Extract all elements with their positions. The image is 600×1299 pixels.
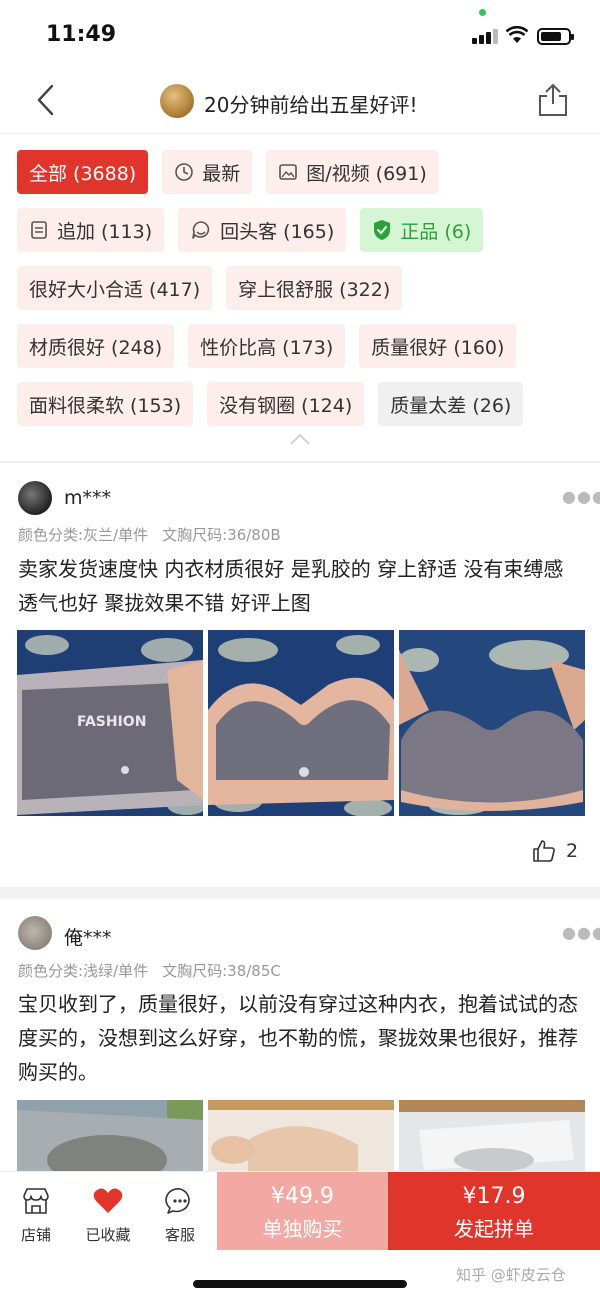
review-photo[interactable]: [17, 1100, 203, 1171]
filter-chip-label: 穿上很舒服 (322): [238, 278, 391, 301]
review-photo[interactable]: [208, 1100, 394, 1171]
filter-chip-label: 没有钢圈 (124): [219, 394, 353, 417]
filter-chip[interactable]: 质量很好 (160): [359, 324, 517, 368]
divider: [0, 887, 600, 899]
like-button[interactable]: 2: [532, 839, 578, 863]
single-label: 单独购买: [262, 1217, 343, 1241]
chat-icon: [165, 1188, 190, 1214]
shield-check-icon: [372, 219, 392, 241]
store-tab[interactable]: 店铺: [6, 1184, 66, 1245]
review-filters: 全部 (3688) 最新 图/视频 (691) 追加 (113) 回头客 (165) 正品…: [17, 150, 587, 440]
reviewer-name: m***: [64, 487, 112, 509]
color-spec: 颜色分类:浅绿/单件: [18, 962, 149, 980]
filter-row: 面料很柔软 (153) 没有钢圈 (124) 质量太差 (26): [17, 382, 587, 426]
status-time: 11:49: [46, 22, 117, 47]
wifi-icon: [506, 26, 528, 43]
review-photo[interactable]: [399, 1100, 585, 1171]
buy-single-button[interactable]: ¥49.9 单独购买: [217, 1172, 388, 1250]
filter-row: 材质很好 (248) 性价比高 (173) 质量很好 (160): [17, 324, 587, 368]
reviewer-name: 俺***: [64, 927, 112, 949]
header: 20分钟前给出五星好评!: [0, 68, 600, 134]
photo-caption: FASHION: [77, 714, 146, 730]
reviewer-avatar: [160, 84, 194, 118]
favorite-label: 已收藏: [85, 1226, 131, 1244]
review-text: 卖家发货速度快 内衣材质很好 是乳胶的 穿上舒适 没有束缚感 透气也好 聚拢效果…: [18, 557, 564, 615]
group-price: ¥17.9: [462, 1184, 526, 1209]
group-buy-button[interactable]: ¥17.9 发起拼单: [388, 1172, 600, 1250]
returning-customer-icon: [190, 220, 212, 240]
back-icon[interactable]: [28, 82, 64, 118]
bottom-action-bar: 店铺 已收藏 客服 ¥49.9 单独购买 ¥17.9 发起拼单 知乎 @虾皮云仓: [0, 1171, 600, 1299]
filter-chip-label: 很好大小合适 (417): [29, 278, 201, 301]
filter-chip[interactable]: 很好大小合适 (417): [17, 266, 213, 310]
store-label: 店铺: [20, 1226, 51, 1244]
filter-row: 追加 (113) 回头客 (165) 正品 (6): [17, 208, 587, 252]
size-spec: 文胸尺码:38/85C: [162, 962, 281, 980]
filter-chip-label: 面料很柔软 (153): [29, 394, 182, 417]
filter-chip[interactable]: 没有钢圈 (124): [207, 382, 365, 426]
review-photos: FASHION: [17, 630, 585, 816]
filter-chip[interactable]: 面料很柔软 (153): [17, 382, 194, 426]
more-icon[interactable]: ●●●: [562, 487, 600, 506]
review-photos: [17, 1100, 585, 1171]
review-spec: 颜色分类:浅绿/单件 文胸尺码:38/85C: [18, 960, 281, 981]
filter-chip[interactable]: 穿上很舒服 (322): [226, 266, 403, 310]
signal-icon: [472, 28, 498, 44]
filter-chip-label: 追加 (113): [57, 220, 153, 243]
status-bar: 11:49: [0, 0, 600, 68]
filter-chip-label: 全部 (3688): [29, 162, 137, 185]
battery-icon: [537, 28, 574, 45]
like-count: 2: [566, 840, 579, 862]
filter-chip[interactable]: 追加 (113): [17, 208, 165, 252]
service-label: 客服: [164, 1226, 195, 1244]
filter-chip-label: 最新: [202, 162, 241, 185]
size-spec: 文胸尺码:36/80B: [162, 526, 281, 544]
review-spec: 颜色分类:灰兰/单件 文胸尺码:36/80B: [18, 524, 281, 545]
chevron-up-icon[interactable]: [289, 432, 311, 446]
review-photo[interactable]: [399, 630, 585, 816]
filter-chip-label: 回头客 (165): [220, 220, 335, 243]
share-icon[interactable]: [536, 82, 570, 118]
filter-chip[interactable]: 最新: [162, 150, 253, 194]
thumbs-up-icon: [533, 840, 555, 862]
filter-chip[interactable]: 全部 (3688): [17, 150, 149, 194]
home-indicator[interactable]: [193, 1280, 407, 1288]
store-icon: [23, 1188, 49, 1214]
filter-chip[interactable]: 回头客 (165): [178, 208, 347, 252]
filter-chip[interactable]: 图/视频 (691): [266, 150, 439, 194]
review-photo[interactable]: [208, 630, 394, 816]
review-text: 宝贝收到了，质量很好，以前没有穿过这种内衣，抱着试试的态度买的，没想到这么好穿，…: [18, 992, 578, 1084]
page-title: 20分钟前给出五星好评!: [204, 93, 418, 117]
group-label: 发起拼单: [454, 1217, 534, 1241]
review-page: 11:49 20分钟前给出五星好评! 全部 (3688) 最新 图/视频 (691)…: [0, 0, 600, 1299]
color-spec: 颜色分类:灰兰/单件: [18, 526, 149, 544]
filter-chip-label: 材质很好 (248): [29, 336, 163, 359]
filter-chip[interactable]: 性价比高 (173): [188, 324, 346, 368]
clock-icon: [174, 162, 194, 182]
filter-chip[interactable]: 正品 (6): [360, 208, 484, 252]
service-tab[interactable]: 客服: [150, 1184, 210, 1245]
favorite-tab[interactable]: 已收藏: [78, 1184, 138, 1245]
more-icon[interactable]: ●●●: [562, 923, 600, 942]
review-photo[interactable]: FASHION: [17, 630, 203, 816]
filter-row: 全部 (3688) 最新 图/视频 (691): [17, 150, 587, 194]
filter-chip[interactable]: 材质很好 (248): [17, 324, 175, 368]
filter-chip-label: 质量很好 (160): [371, 336, 505, 359]
watermark: 知乎 @虾皮云仓: [456, 1266, 566, 1284]
filter-chip[interactable]: 质量太差 (26): [378, 382, 524, 426]
filter-chip-label: 质量太差 (26): [390, 394, 512, 417]
filter-row: 很好大小合适 (417) 穿上很舒服 (322): [17, 266, 587, 310]
avatar: [18, 916, 52, 950]
filter-chip-label: 性价比高 (173): [200, 336, 334, 359]
review-card: m*** ●●● 颜色分类:灰兰/单件 文胸尺码:36/80B 卖家发货速度快 内…: [0, 463, 600, 887]
review-card: 俺*** ●●● 颜色分类:浅绿/单件 文胸尺码:38/85C 宝贝收到了，质量很…: [0, 899, 600, 1171]
image-icon: [278, 162, 298, 182]
heart-icon: [93, 1188, 123, 1213]
single-price: ¥49.9: [271, 1184, 334, 1209]
avatar: [18, 481, 52, 515]
privacy-indicator-icon: [479, 9, 486, 16]
note-icon: [29, 220, 49, 240]
filter-chip-label: 图/视频 (691): [306, 162, 427, 185]
filter-chip-label: 正品 (6): [400, 220, 472, 243]
